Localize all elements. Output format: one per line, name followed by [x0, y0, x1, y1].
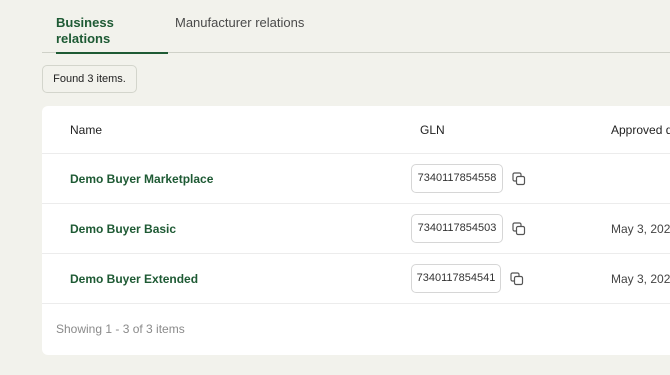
relation-name-link[interactable]: Demo Buyer Basic — [70, 222, 176, 236]
gln-field[interactable]: 7340117854558 — [411, 164, 503, 193]
approved-date: May 3, 202 — [611, 222, 670, 236]
relation-name-link[interactable]: Demo Buyer Extended — [70, 272, 198, 286]
page-root: Business relations Manufacturer relation… — [0, 0, 670, 375]
relations-table-card: Name GLN Approved d Demo Buyer Marketpla… — [42, 106, 670, 355]
column-header-approved[interactable]: Approved d — [611, 123, 670, 137]
column-header-gln[interactable]: GLN — [420, 123, 445, 137]
tab-manufacturer-relations[interactable]: Manufacturer relations — [175, 15, 315, 53]
pagination-summary: Showing 1 - 3 of 3 items — [56, 322, 185, 336]
copy-icon[interactable] — [510, 272, 524, 286]
relation-name-link[interactable]: Demo Buyer Marketplace — [70, 172, 213, 186]
gln-field[interactable]: 7340117854541 — [411, 264, 501, 293]
table-row: Demo Buyer Basic 7340117854503 May 3, 20… — [42, 204, 670, 254]
table-row: Demo Buyer Extended 7340117854541 May 3,… — [42, 254, 670, 304]
found-items-badge: Found 3 items. — [42, 65, 137, 93]
approved-date: May 3, 202 — [611, 272, 670, 286]
table-header: Name GLN Approved d — [42, 106, 670, 154]
table-row: Demo Buyer Marketplace 7340117854558 — [42, 154, 670, 204]
relations-tabs: Business relations Manufacturer relation… — [42, 0, 670, 54]
column-header-name[interactable]: Name — [70, 123, 102, 137]
copy-icon[interactable] — [512, 222, 526, 236]
copy-icon[interactable] — [512, 172, 526, 186]
tab-business-relations[interactable]: Business relations — [56, 15, 168, 54]
gln-field[interactable]: 7340117854503 — [411, 214, 503, 243]
